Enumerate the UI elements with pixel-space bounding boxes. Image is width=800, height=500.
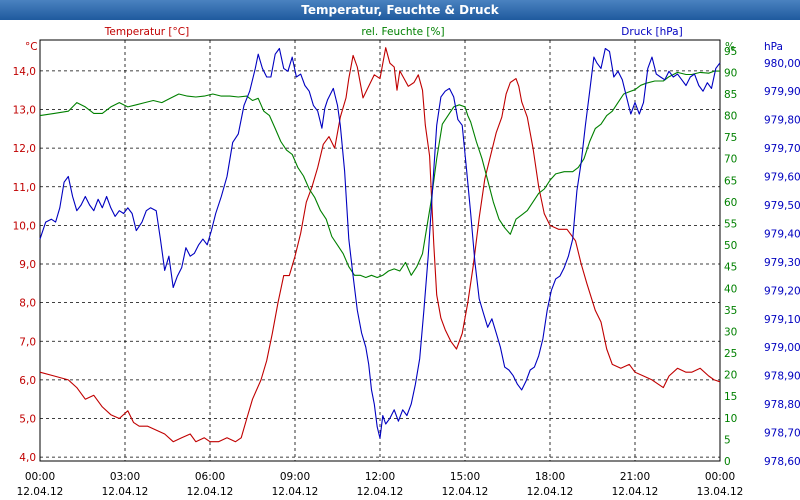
humidity-tick-label: 10	[724, 413, 737, 425]
pressure-tick-label: 979,40	[764, 228, 800, 240]
humidity-tick-label: 75	[724, 132, 737, 144]
temperature-unit-label: °C	[25, 41, 38, 53]
temp-tick-label: 9,0	[19, 259, 36, 271]
temp-tick-label: 8,0	[19, 298, 36, 310]
x-tick-time: 00:00	[705, 471, 735, 483]
x-tick-time: 09:00	[280, 471, 310, 483]
pressure-tick-label: 980,00	[764, 58, 800, 70]
pressure-tick-label: 979,30	[764, 257, 800, 269]
x-tick-date: 13.04.12	[697, 486, 744, 498]
x-tick-date: 12.04.12	[357, 486, 404, 498]
temp-tick-label: 7,0	[19, 336, 36, 348]
humidity-tick-label: 25	[724, 348, 737, 360]
pressure-unit-label: hPa	[764, 41, 783, 53]
humidity-tick-label: 0	[724, 456, 731, 468]
humidity-tick-label: 35	[724, 305, 737, 317]
temp-tick-label: 14,0	[13, 66, 36, 78]
temp-tick-label: 4,0	[19, 452, 36, 464]
temp-tick-label: 10,0	[13, 220, 36, 232]
pressure-tick-label: 978,60	[764, 456, 800, 468]
x-tick-time: 03:00	[110, 471, 140, 483]
x-tick-date: 12.04.12	[17, 486, 64, 498]
humidity-tick-label: 60	[724, 197, 737, 209]
humidity-tick-label: 80	[724, 111, 737, 123]
x-tick-date: 12.04.12	[187, 486, 234, 498]
humidity-tick-label: 70	[724, 154, 737, 166]
pressure-tick-label: 979,10	[764, 314, 800, 326]
x-tick-date: 12.04.12	[272, 486, 319, 498]
humidity-tick-label: 20	[724, 370, 737, 382]
x-tick-time: 15:00	[450, 471, 480, 483]
x-tick-time: 12:00	[365, 471, 395, 483]
humidity-tick-label: 85	[724, 89, 737, 101]
legend-entry-temperature: Temperatur [°C]	[104, 26, 189, 38]
pressure-tick-label: 978,90	[764, 371, 800, 383]
humidity-tick-label: 15	[724, 391, 737, 403]
temp-tick-label: 5,0	[19, 414, 36, 426]
x-tick-time: 06:00	[195, 471, 225, 483]
x-tick-time: 00:00	[25, 471, 55, 483]
humidity-unit-label: %	[725, 41, 735, 53]
x-tick-date: 12.04.12	[527, 486, 574, 498]
pressure-tick-label: 979,20	[764, 285, 800, 297]
humidity-tick-label: 30	[724, 326, 737, 338]
pressure-tick-label: 979,70	[764, 143, 800, 155]
pressure-tick-label: 978,80	[764, 399, 800, 411]
chart: 4,05,06,07,08,09,010,011,012,013,014,000…	[13, 26, 800, 498]
humidity-tick-label: 40	[724, 283, 737, 295]
humidity-tick-label: 90	[724, 67, 737, 79]
humidity-tick-label: 5	[724, 434, 731, 446]
humidity-tick-label: 55	[724, 219, 737, 231]
x-tick-date: 12.04.12	[612, 486, 659, 498]
humidity-tick-label: 50	[724, 240, 737, 252]
pressure-tick-label: 979,00	[764, 342, 800, 354]
pressure-tick-label: 979,50	[764, 200, 800, 212]
pressure-tick-label: 979,90	[764, 86, 800, 98]
legend-entry-humidity: rel. Feuchte [%]	[361, 26, 444, 38]
x-tick-date: 12.04.12	[102, 486, 149, 498]
legend-entry-pressure: Druck [hPa]	[621, 26, 682, 38]
temp-tick-label: 12,0	[13, 143, 36, 155]
pressure-tick-label: 979,60	[764, 172, 800, 184]
temp-tick-label: 6,0	[19, 375, 36, 387]
x-tick-date: 12.04.12	[442, 486, 489, 498]
pressure-tick-label: 978,70	[764, 428, 800, 440]
x-tick-time: 18:00	[535, 471, 565, 483]
x-tick-time: 21:00	[620, 471, 650, 483]
humidity-tick-label: 65	[724, 175, 737, 187]
temp-tick-label: 13,0	[13, 105, 36, 117]
pressure-tick-label: 979,80	[764, 115, 800, 127]
temp-tick-label: 11,0	[13, 182, 36, 194]
chart-window: Temperatur, Feuchte & Druck 4,0 5,0 6,0 7,0…	[0, 0, 800, 500]
humidity-tick-label: 45	[724, 262, 737, 274]
